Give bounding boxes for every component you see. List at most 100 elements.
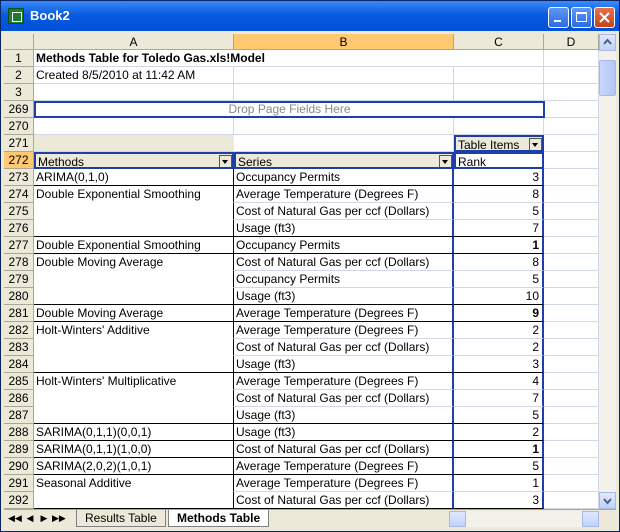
cell-b[interactable] xyxy=(234,84,454,101)
rank-cell[interactable]: 2 xyxy=(454,424,544,441)
excel-app-icon[interactable] xyxy=(8,8,24,24)
cell-d[interactable] xyxy=(544,373,599,390)
cell-c[interactable] xyxy=(454,118,544,135)
row-header[interactable]: 271 xyxy=(4,135,34,152)
series-cell[interactable]: Cost of Natural Gas per ccf (Dollars) xyxy=(234,441,454,458)
series-cell[interactable]: Average Temperature (Degrees F) xyxy=(234,186,454,203)
cell-d[interactable] xyxy=(544,152,599,169)
rank-cell[interactable]: 9 xyxy=(454,305,544,322)
horizontal-scrollbar[interactable] xyxy=(449,511,599,527)
cell-d[interactable] xyxy=(544,441,599,458)
cell-b[interactable] xyxy=(234,118,454,135)
cell-d[interactable] xyxy=(544,322,599,339)
minimize-button[interactable] xyxy=(548,7,569,28)
cell-c[interactable] xyxy=(454,50,544,67)
method-cell[interactable]: Double Moving Average xyxy=(34,305,234,322)
row-header[interactable]: 281 xyxy=(4,305,34,322)
cell-d[interactable] xyxy=(545,101,599,118)
row-header[interactable]: 269 xyxy=(4,101,34,118)
row-header[interactable]: 1 xyxy=(4,50,34,67)
cell-d[interactable] xyxy=(544,237,599,254)
series-cell[interactable]: Usage (ft3) xyxy=(234,220,454,237)
cell-d[interactable] xyxy=(544,339,599,356)
cell-d[interactable] xyxy=(544,254,599,271)
cell-c[interactable]: Table Items xyxy=(454,135,544,152)
method-cell[interactable] xyxy=(34,339,234,356)
cell-a[interactable]: Created 8/5/2010 at 11:42 AM xyxy=(34,67,234,84)
method-cell[interactable] xyxy=(34,288,234,305)
row-header[interactable]: 270 xyxy=(4,118,34,135)
row-header[interactable]: 291 xyxy=(4,475,34,492)
cell-d[interactable] xyxy=(544,203,599,220)
column-header-c[interactable]: C xyxy=(454,34,544,50)
cell-b[interactable]: Series xyxy=(234,152,454,169)
series-cell[interactable]: Average Temperature (Degrees F) xyxy=(234,373,454,390)
row-header[interactable]: 273 xyxy=(4,169,34,186)
cell-d[interactable] xyxy=(544,169,599,186)
rank-cell[interactable]: 1 xyxy=(454,237,544,254)
series-cell[interactable]: Usage (ft3) xyxy=(234,356,454,373)
rank-cell[interactable]: 5 xyxy=(454,203,544,220)
rank-cell[interactable]: 5 xyxy=(454,407,544,424)
column-header-d[interactable]: D xyxy=(544,34,599,50)
cell-a[interactable]: Methods Table for Toledo Gas.xls!Model xyxy=(34,50,265,67)
scroll-up-button[interactable] xyxy=(599,34,616,51)
rank-cell[interactable]: 5 xyxy=(454,271,544,288)
series-cell[interactable]: Cost of Natural Gas per ccf (Dollars) xyxy=(234,203,454,220)
row-header[interactable]: 286 xyxy=(4,390,34,407)
series-cell[interactable]: Usage (ft3) xyxy=(234,407,454,424)
table-items-dropdown-icon[interactable] xyxy=(529,138,542,150)
row-header[interactable]: 285 xyxy=(4,373,34,390)
cell-d[interactable] xyxy=(544,492,599,509)
tab-results-table[interactable]: Results Table xyxy=(76,510,166,527)
rank-cell[interactable]: 2 xyxy=(454,322,544,339)
rank-cell[interactable]: 8 xyxy=(454,254,544,271)
vertical-scrollbar[interactable] xyxy=(599,34,616,509)
drop-page-fields-area[interactable]: Drop Page Fields Here xyxy=(34,101,545,118)
row-header[interactable]: 290 xyxy=(4,458,34,475)
last-sheet-icon[interactable]: ▶▶ xyxy=(52,513,66,524)
method-cell[interactable]: SARIMA(0,1,1)(0,0,1) xyxy=(34,424,234,441)
method-cell[interactable]: ARIMA(0,1,0) xyxy=(34,169,234,186)
series-cell[interactable]: Usage (ft3) xyxy=(234,424,454,441)
method-cell[interactable] xyxy=(34,492,234,509)
series-cell[interactable]: Cost of Natural Gas per ccf (Dollars) xyxy=(234,339,454,356)
scroll-down-button[interactable] xyxy=(599,492,616,509)
method-cell[interactable]: Double Exponential Smoothing xyxy=(34,186,234,203)
row-header[interactable]: 272 xyxy=(4,152,34,169)
rank-cell[interactable]: 8 xyxy=(454,186,544,203)
cell-d[interactable] xyxy=(544,271,599,288)
cell-d[interactable] xyxy=(544,288,599,305)
row-header[interactable]: 278 xyxy=(4,254,34,271)
worksheet-grid[interactable]: A B C D 1 Methods Table for Toledo Gas.xl… xyxy=(4,34,599,509)
series-cell[interactable]: Occupancy Permits xyxy=(234,271,454,288)
next-sheet-icon[interactable]: ▶ xyxy=(38,513,50,524)
cell-c[interactable] xyxy=(454,67,544,84)
column-header-b[interactable]: B xyxy=(234,34,454,50)
series-cell[interactable]: Average Temperature (Degrees F) xyxy=(234,475,454,492)
series-cell[interactable]: Average Temperature (Degrees F) xyxy=(234,458,454,475)
rank-cell[interactable]: 10 xyxy=(454,288,544,305)
rank-cell[interactable]: 3 xyxy=(454,492,544,509)
rank-cell[interactable]: 5 xyxy=(454,458,544,475)
close-button[interactable] xyxy=(594,7,615,28)
cell-a[interactable] xyxy=(34,118,234,135)
rank-cell[interactable]: 1 xyxy=(454,441,544,458)
method-cell[interactable]: Double Moving Average xyxy=(34,254,234,271)
vertical-scroll-thumb[interactable] xyxy=(599,60,616,96)
method-cell[interactable]: Holt-Winters' Additive xyxy=(34,322,234,339)
scroll-left-button[interactable] xyxy=(449,511,466,527)
series-cell[interactable]: Cost of Natural Gas per ccf (Dollars) xyxy=(234,390,454,407)
cell-c[interactable]: Rank xyxy=(454,152,544,169)
tab-methods-table[interactable]: Methods Table xyxy=(168,510,270,527)
rank-cell[interactable]: 3 xyxy=(454,169,544,186)
method-cell[interactable] xyxy=(34,356,234,373)
method-cell[interactable]: Double Exponential Smoothing xyxy=(34,237,234,254)
row-header[interactable]: 288 xyxy=(4,424,34,441)
row-header[interactable]: 274 xyxy=(4,186,34,203)
cell-b[interactable] xyxy=(234,50,454,67)
method-cell[interactable]: SARIMA(2,0,2)(1,0,1) xyxy=(34,458,234,475)
method-cell[interactable] xyxy=(34,390,234,407)
column-header-a[interactable]: A xyxy=(34,34,234,50)
series-cell[interactable]: Average Temperature (Degrees F) xyxy=(234,322,454,339)
